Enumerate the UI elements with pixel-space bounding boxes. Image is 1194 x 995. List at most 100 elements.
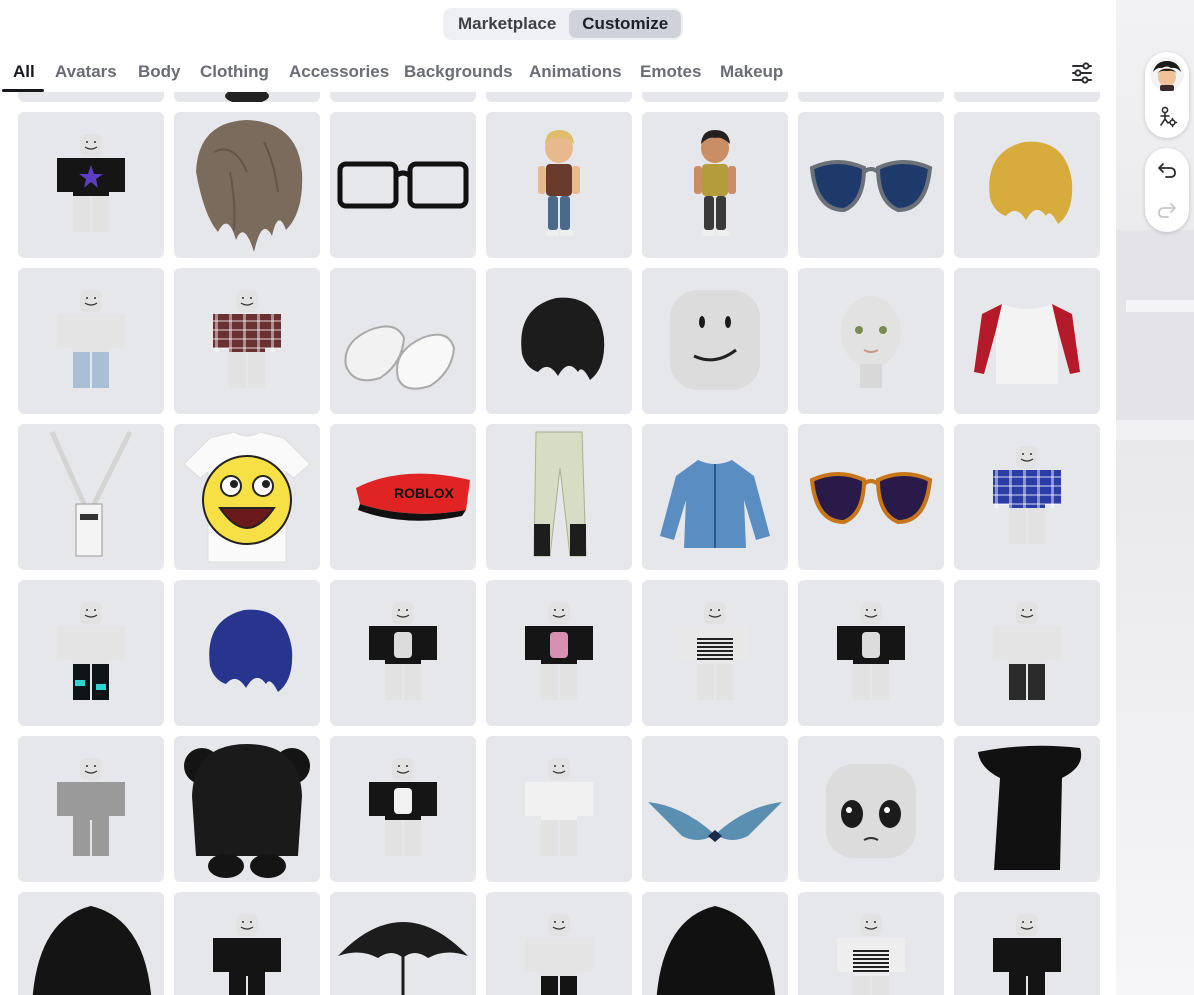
item-thumbnail — [837, 914, 905, 995]
item-tile[interactable] — [954, 892, 1100, 995]
item-thumbnail — [57, 290, 125, 388]
scene-step — [1116, 420, 1194, 440]
mode-switcher: Marketplace Customize — [443, 8, 684, 40]
item-tile[interactable] — [330, 892, 476, 995]
item-tile[interactable] — [798, 580, 944, 726]
item-tile[interactable] — [330, 736, 476, 882]
item-thumbnail — [525, 758, 593, 856]
item-thumbnail — [993, 914, 1061, 995]
item-tile[interactable] — [330, 580, 476, 726]
item-thumbnail — [209, 609, 293, 692]
item-tile[interactable] — [330, 92, 476, 102]
item-thumbnail — [337, 161, 469, 209]
tab-all[interactable]: All — [13, 62, 35, 82]
item-tile[interactable] — [18, 736, 164, 882]
item-tile[interactable] — [486, 112, 632, 258]
item-tile[interactable] — [174, 424, 320, 570]
tab-makeup[interactable]: Makeup — [720, 62, 783, 82]
item-tile[interactable] — [330, 268, 476, 414]
item-tile[interactable] — [798, 892, 944, 995]
item-grid: ROBLOX — [18, 92, 1100, 995]
item-tile[interactable] — [798, 112, 944, 258]
item-thumbnail — [213, 914, 281, 995]
item-tile[interactable] — [954, 268, 1100, 414]
item-tile[interactable] — [18, 424, 164, 570]
item-tile[interactable] — [642, 892, 788, 995]
sliders-icon — [1072, 62, 1092, 84]
item-tile[interactable] — [486, 92, 632, 102]
tab-body[interactable]: Body — [138, 62, 181, 82]
item-thumbnail — [344, 325, 456, 390]
redo-button[interactable] — [1145, 190, 1189, 230]
item-tile[interactable] — [18, 580, 164, 726]
item-tile[interactable] — [18, 92, 164, 102]
item-tile[interactable] — [954, 424, 1100, 570]
catalog-panel: Marketplace Customize All Avatars Body C… — [0, 0, 1116, 995]
item-thumbnail — [525, 914, 593, 995]
tab-clothing[interactable]: Clothing — [200, 62, 269, 82]
item-tile[interactable] — [954, 736, 1100, 882]
item-tile[interactable] — [174, 112, 320, 258]
item-tile[interactable] — [18, 892, 164, 995]
item-thumbnail — [184, 744, 310, 878]
item-tile[interactable] — [486, 892, 632, 995]
item-grid-inner: ROBLOX — [18, 92, 1100, 995]
item-tile[interactable] — [486, 580, 632, 726]
item-thumbnail — [486, 92, 632, 102]
item-tile[interactable] — [174, 92, 320, 102]
tab-animations[interactable]: Animations — [529, 62, 622, 82]
item-tile[interactable] — [642, 112, 788, 258]
item-tile[interactable] — [642, 736, 788, 882]
filter-button[interactable] — [1068, 60, 1096, 86]
item-tile[interactable] — [642, 92, 788, 102]
item-tile[interactable] — [486, 268, 632, 414]
avatar-thumbnail-button[interactable] — [1145, 54, 1189, 94]
item-thumbnail — [57, 602, 125, 700]
item-tile[interactable] — [798, 736, 944, 882]
item-thumbnail — [993, 446, 1061, 544]
item-tile[interactable] — [330, 112, 476, 258]
item-thumbnail — [841, 296, 901, 388]
item-thumbnail — [18, 92, 164, 102]
scene-floor — [1116, 440, 1194, 995]
item-tile[interactable] — [642, 580, 788, 726]
item-tile[interactable] — [642, 268, 788, 414]
tab-accessories[interactable]: Accessories — [289, 62, 389, 82]
item-thumbnail — [213, 290, 281, 388]
item-thumbnail — [648, 802, 782, 842]
item-tile[interactable] — [18, 112, 164, 258]
marketplace-tab[interactable]: Marketplace — [445, 10, 569, 38]
item-tile[interactable] — [954, 92, 1100, 102]
tab-backgrounds[interactable]: Backgrounds — [404, 62, 513, 82]
item-tile[interactable] — [18, 268, 164, 414]
item-tile[interactable] — [174, 580, 320, 726]
history-controls — [1145, 148, 1189, 232]
item-tile[interactable] — [798, 424, 944, 570]
item-tile[interactable] — [486, 424, 632, 570]
item-tile[interactable] — [174, 268, 320, 414]
item-thumbnail — [533, 431, 587, 557]
item-tile[interactable] — [174, 736, 320, 882]
item-tile[interactable] — [642, 424, 788, 570]
avatar-settings-button[interactable] — [1145, 97, 1189, 137]
item-thumbnail — [330, 92, 476, 102]
item-tile[interactable] — [486, 736, 632, 882]
tab-emotes[interactable]: Emotes — [640, 62, 701, 82]
scene-step — [1126, 300, 1194, 312]
item-thumbnail — [196, 120, 303, 252]
item-thumbnail — [369, 758, 437, 856]
scene-wall — [1116, 230, 1194, 440]
item-thumbnail — [57, 134, 125, 232]
item-tile[interactable]: ROBLOX — [330, 424, 476, 570]
item-thumbnail — [338, 922, 468, 995]
item-tile[interactable] — [174, 892, 320, 995]
undo-button[interactable] — [1145, 150, 1189, 190]
item-tile[interactable] — [798, 92, 944, 102]
item-tile[interactable] — [954, 112, 1100, 258]
tab-avatars[interactable]: Avatars — [55, 62, 117, 82]
item-tile[interactable] — [798, 268, 944, 414]
undo-icon — [1158, 163, 1176, 178]
item-tile[interactable] — [954, 580, 1100, 726]
customize-tab[interactable]: Customize — [569, 10, 682, 38]
item-thumbnail — [954, 92, 1100, 102]
